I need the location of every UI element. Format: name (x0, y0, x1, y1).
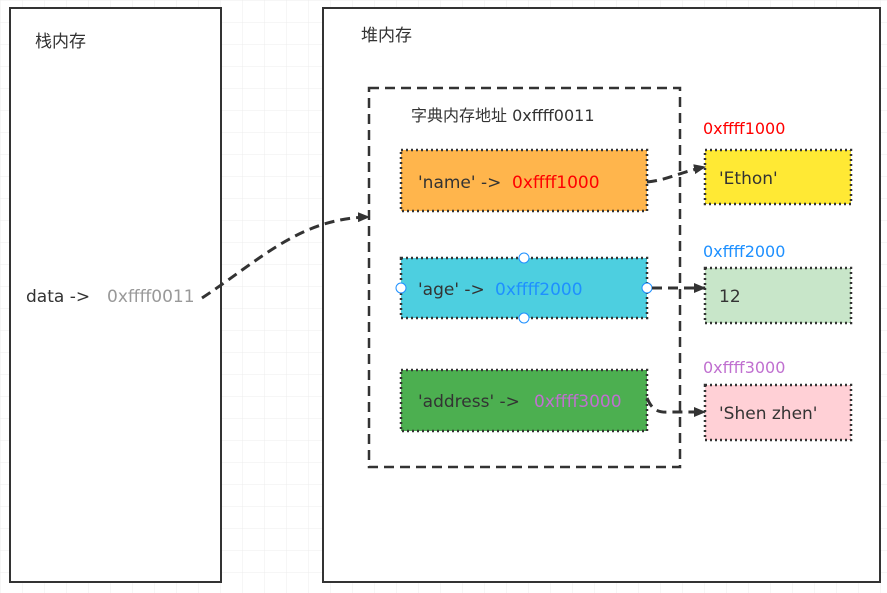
selection-handle[interactable] (518, 312, 530, 324)
value-text: 12 (719, 287, 741, 307)
stack-var-name: data -> (26, 287, 90, 307)
value-box-address[interactable]: 'Shen zhen' (703, 383, 853, 442)
selection-handle[interactable] (641, 282, 653, 294)
selection-handle[interactable] (395, 282, 407, 294)
memory-diagram: 栈内存 data -> 0xffff0011 堆内存 字典内存地址 0xffff… (0, 0, 887, 593)
value-addr-label: 0xffff2000 (703, 242, 785, 261)
dict-entry-address[interactable]: 'address' -> 0xffff3000 (399, 368, 649, 433)
entry-key: 'age' -> (418, 280, 485, 300)
stack-title: 栈内存 (35, 32, 86, 52)
selection-handle[interactable] (518, 252, 530, 264)
dict-label: 字典内存地址 0xffff0011 (411, 106, 595, 125)
value-text: 'Shen zhen' (719, 404, 817, 424)
value-addr-label: 0xffff1000 (703, 119, 785, 138)
stack-var-addr: 0xffff0011 (107, 287, 195, 307)
value-box-age[interactable]: 12 (703, 266, 853, 325)
value-text: 'Ethon' (719, 169, 778, 189)
entry-addr: 0xffff3000 (534, 392, 622, 412)
value-box-name[interactable]: 'Ethon' (703, 148, 853, 206)
value-addr-label: 0xffff3000 (703, 358, 785, 377)
heap-title: 堆内存 (361, 26, 412, 46)
dict-entry-name[interactable]: 'name' -> 0xffff1000 (399, 148, 649, 213)
entry-addr: 0xffff1000 (512, 173, 600, 193)
entry-addr: 0xffff2000 (495, 280, 583, 300)
entry-key: 'name' -> (418, 173, 501, 193)
stack-memory-box[interactable]: 栈内存 data -> 0xffff0011 (9, 7, 222, 583)
dict-entry-age[interactable]: 'age' -> 0xffff2000 (395, 252, 653, 324)
entry-key: 'address' -> (418, 392, 520, 412)
